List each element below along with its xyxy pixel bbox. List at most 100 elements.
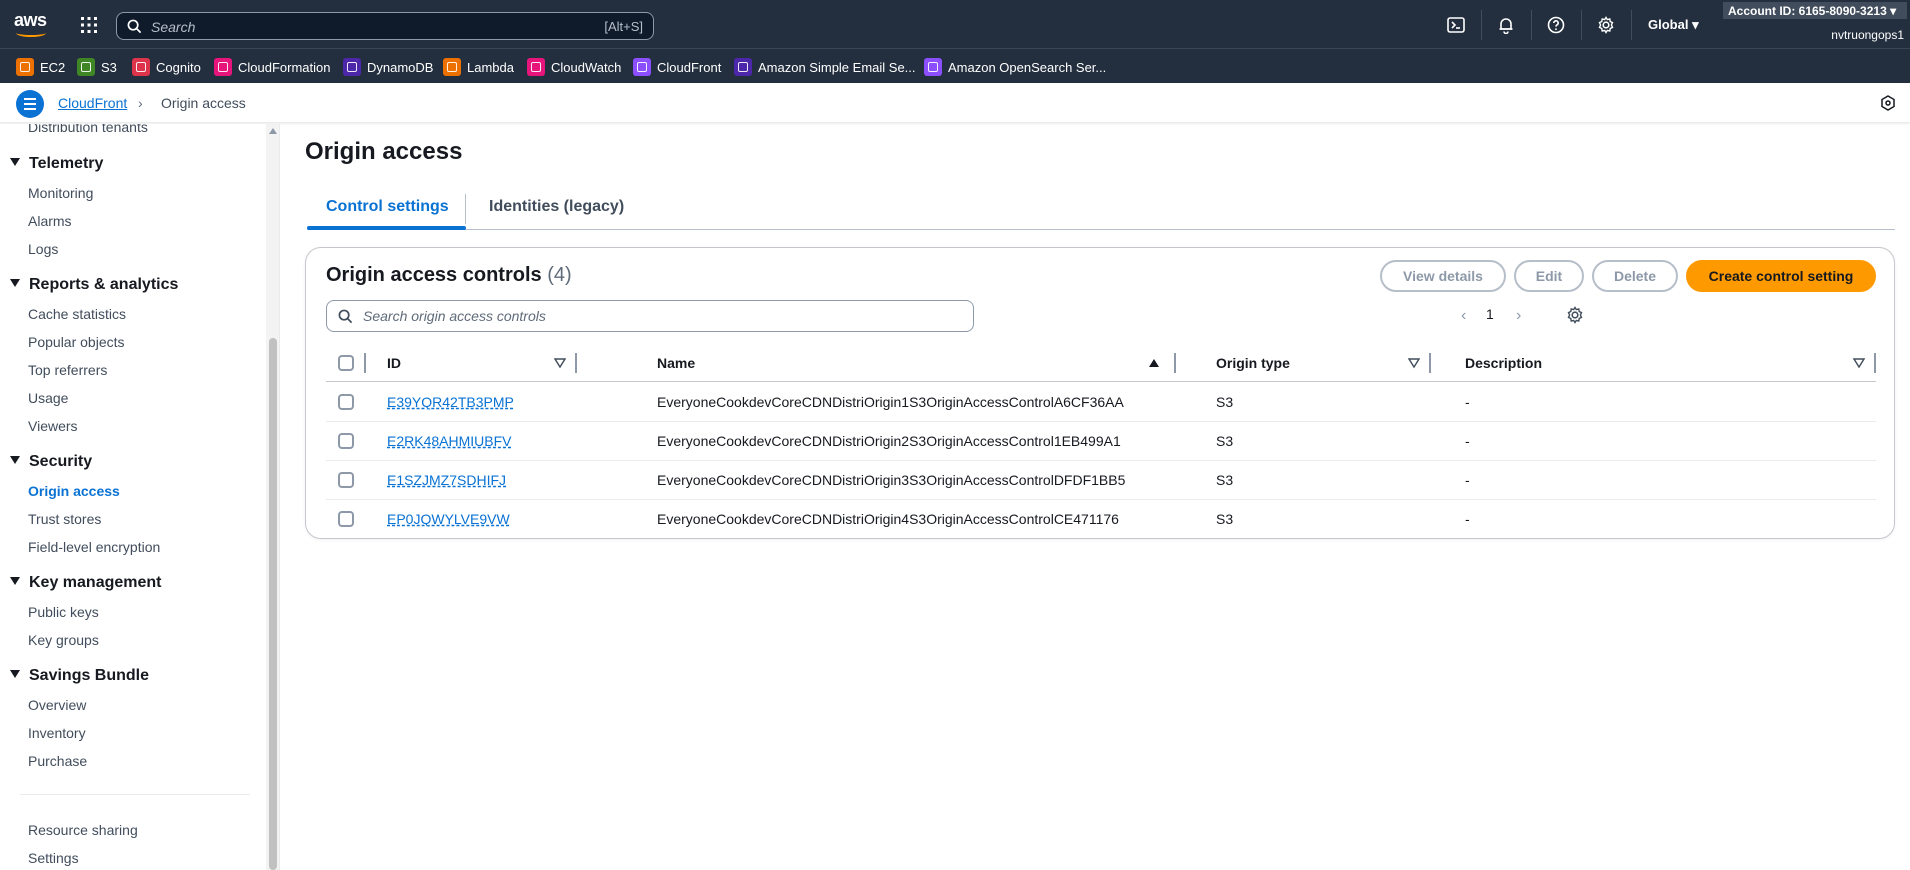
table-row[interactable]: E39YQR42TB3PMP EveryoneCookdevCoreCDNDis… [326, 383, 1876, 422]
sidebar-item-settings[interactable]: Settings [28, 850, 79, 866]
sidebar-item-origin-access[interactable]: Origin access [28, 483, 120, 499]
search-origin-access-controls-input[interactable]: Search origin access controls [326, 300, 974, 332]
sidebar-section-security[interactable]: Security [10, 453, 92, 471]
tab-control-settings[interactable]: Control settings [326, 198, 449, 216]
row-id-link[interactable]: E1SZJMZ7SDHIFJ [387, 472, 506, 488]
sidebar-item-cache-statistics[interactable]: Cache statistics [28, 306, 126, 322]
row-id-link[interactable]: E39YQR42TB3PMP [387, 394, 514, 410]
sidebar-section-savings-bundle[interactable]: Savings Bundle [10, 667, 149, 685]
fav-ec2[interactable]: EC2 [16, 58, 65, 76]
view-details-button[interactable]: View details [1380, 260, 1506, 292]
table-row[interactable]: E1SZJMZ7SDHIFJ EveryoneCookdevCoreCDNDis… [326, 461, 1876, 500]
row-origin-type: S3 [1216, 511, 1234, 527]
fav-opensearch[interactable]: Amazon OpenSearch Ser... [924, 58, 1106, 76]
ses-icon [734, 58, 752, 76]
fav-cloudformation[interactable]: CloudFormation [214, 58, 331, 76]
cloudshell-icon[interactable] [1447, 16, 1465, 34]
cloudformation-icon [214, 58, 232, 76]
aws-logo[interactable]: aws [14, 10, 50, 38]
table-count: (4) [547, 264, 572, 286]
row-checkbox[interactable] [338, 433, 354, 449]
sort-icon[interactable] [1408, 357, 1420, 369]
sidebar-item-logs[interactable]: Logs [28, 241, 58, 257]
current-page[interactable]: 1 [1486, 306, 1494, 322]
row-name: EveryoneCookdevCoreCDNDistriOrigin3S3Ori… [657, 472, 1126, 488]
sidebar-item-trust-stores[interactable]: Trust stores [28, 511, 101, 527]
sidebar-divider [20, 794, 250, 795]
create-control-setting-button[interactable]: Create control setting [1686, 260, 1876, 292]
tab-identities-legacy[interactable]: Identities (legacy) [489, 198, 624, 216]
fav-ses[interactable]: Amazon Simple Email Se... [734, 58, 916, 76]
sidebar-item-monitoring[interactable]: Monitoring [28, 185, 93, 201]
preferences-gear-icon[interactable] [1566, 306, 1584, 324]
row-description: - [1465, 511, 1470, 527]
column-header-name[interactable]: Name [657, 355, 695, 371]
sidebar-item-resource-sharing[interactable]: Resource sharing [28, 822, 138, 838]
sidebar-item-purchase[interactable]: Purchase [28, 753, 87, 769]
table-row[interactable]: EP0JQWYLVE9VW EveryoneCookdevCoreCDNDist… [326, 500, 1876, 539]
sort-icon[interactable] [554, 357, 566, 369]
row-name: EveryoneCookdevCoreCDNDistriOrigin2S3Ori… [657, 433, 1121, 449]
chevron-left-icon[interactable]: ‹ [1461, 307, 1466, 325]
sidebar-section-key-management[interactable]: Key management [10, 574, 162, 592]
grid-icon[interactable] [80, 16, 98, 34]
row-description: - [1465, 433, 1470, 449]
sidebar-item-popular-objects[interactable]: Popular objects [28, 334, 125, 350]
sidebar-item-key-groups[interactable]: Key groups [28, 632, 99, 648]
search-icon [338, 309, 353, 324]
region-selector[interactable]: Global ▾ [1648, 17, 1699, 33]
row-checkbox[interactable] [338, 511, 354, 527]
sidebar-item-field-level-encryption[interactable]: Field-level encryption [28, 539, 160, 555]
column-header-id[interactable]: ID [387, 355, 401, 371]
user-name[interactable]: nvtruongops1 [1831, 28, 1904, 42]
sidebar-item-inventory[interactable]: Inventory [28, 725, 86, 741]
sidebar-item-public-keys[interactable]: Public keys [28, 604, 99, 620]
origin-access-controls-table: Origin access controls (4) View details … [305, 247, 1895, 539]
sidebar-section-telemetry[interactable]: Telemetry [10, 155, 103, 173]
sidebar-item-viewers[interactable]: Viewers [28, 418, 78, 434]
sidebar-section-reports-analytics[interactable]: Reports & analytics [10, 276, 178, 294]
tools-panel-icon[interactable] [1880, 95, 1896, 111]
delete-button[interactable]: Delete [1592, 260, 1678, 292]
fav-cognito[interactable]: Cognito [132, 58, 201, 76]
side-navigation: Distribution tenants Telemetry Monitorin… [0, 124, 280, 870]
scroll-up-icon[interactable] [269, 128, 277, 134]
fav-s3[interactable]: S3 [77, 58, 117, 76]
row-id-link[interactable]: E2RK48AHMIUBFV [387, 433, 511, 449]
scrollbar-thumb[interactable] [269, 338, 277, 870]
row-checkbox[interactable] [338, 394, 354, 410]
fav-dynamodb[interactable]: DynamoDB [343, 58, 433, 76]
row-checkbox[interactable] [338, 472, 354, 488]
caret-down-icon [10, 157, 20, 166]
sidebar-item-top-referrers[interactable]: Top referrers [28, 362, 107, 378]
select-all-checkbox[interactable] [338, 355, 354, 371]
sort-ascending-icon[interactable] [1148, 357, 1160, 369]
column-header-description[interactable]: Description [1465, 355, 1542, 371]
edit-button[interactable]: Edit [1514, 260, 1584, 292]
breadcrumb-current: Origin access [161, 95, 246, 111]
sidebar-item-usage[interactable]: Usage [28, 390, 68, 406]
sidebar-item-overview[interactable]: Overview [28, 697, 86, 713]
fav-cloudwatch[interactable]: CloudWatch [527, 58, 621, 76]
sidebar-item-distribution-tenants[interactable]: Distribution tenants [28, 124, 148, 135]
menu-icon[interactable] [16, 90, 44, 118]
row-origin-type: S3 [1216, 433, 1234, 449]
help-icon[interactable] [1547, 16, 1565, 34]
column-header-origin-type[interactable]: Origin type [1216, 355, 1290, 371]
row-id-link[interactable]: EP0JQWYLVE9VW [387, 511, 510, 527]
sidebar-scrollbar[interactable] [266, 124, 279, 870]
breadcrumb-cloudfront[interactable]: CloudFront [58, 95, 127, 111]
fav-lambda[interactable]: Lambda [443, 58, 514, 76]
row-name: EveryoneCookdevCoreCDNDistriOrigin1S3Ori… [657, 394, 1124, 410]
sort-icon[interactable] [1853, 357, 1865, 369]
fav-cloudfront[interactable]: CloudFront [633, 58, 721, 76]
account-id-menu[interactable]: Account ID: 6165-8090-3213 ▾ [1723, 2, 1907, 19]
search-placeholder: Search [151, 19, 196, 35]
sidebar-item-alarms[interactable]: Alarms [28, 213, 72, 229]
chevron-right-icon[interactable]: › [1516, 307, 1521, 325]
table-row[interactable]: E2RK48AHMIUBFV EveryoneCookdevCoreCDNDis… [326, 422, 1876, 461]
gear-icon[interactable] [1597, 16, 1615, 34]
bell-icon[interactable] [1497, 16, 1515, 34]
row-description: - [1465, 394, 1470, 410]
global-search-input[interactable]: Search [Alt+S] [116, 12, 654, 40]
